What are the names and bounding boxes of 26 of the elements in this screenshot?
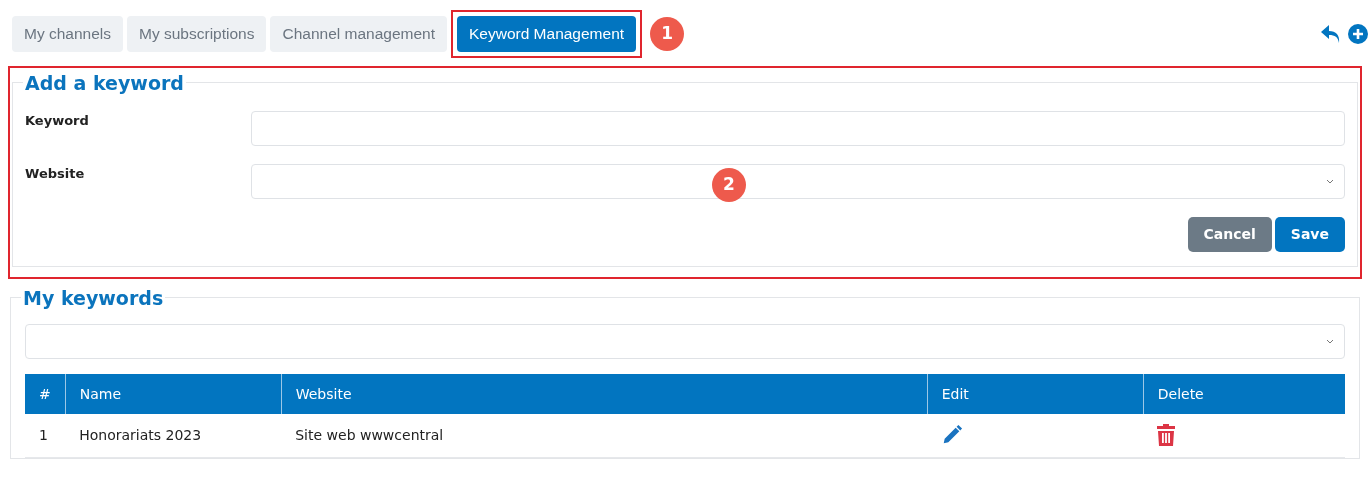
save-button[interactable]: Save — [1274, 217, 1345, 252]
table-cell: Site web wwwcentral — [281, 414, 928, 457]
table-cell: 1 — [25, 414, 66, 457]
column-header: Delete — [1143, 374, 1345, 414]
column-header: # — [25, 374, 66, 414]
input-field[interactable] — [251, 111, 1345, 146]
column-header: Website — [281, 374, 928, 414]
field-label: Website — [25, 165, 86, 183]
column-header: Name — [65, 374, 282, 414]
select-field[interactable] — [25, 324, 1345, 359]
chevron-down-icon — [1326, 338, 1334, 345]
callout-number: 1 — [650, 17, 685, 51]
column-header: Edit — [927, 374, 1144, 414]
trash-icon[interactable] — [1157, 424, 1176, 447]
cancel-button[interactable]: Cancel — [1187, 217, 1272, 252]
chevron-down-icon — [1326, 178, 1334, 185]
tab[interactable]: My subscriptions — [127, 16, 267, 52]
tab[interactable]: Channel management — [270, 16, 447, 52]
tab[interactable]: My channels — [12, 16, 123, 52]
callout-number: 2 — [712, 168, 746, 202]
table-cell: Honorariats 2023 — [65, 414, 282, 457]
select-field[interactable] — [251, 164, 1345, 199]
add-icon[interactable] — [1348, 24, 1368, 44]
field-label: Keyword — [25, 112, 90, 130]
reply-arrow-icon[interactable] — [1320, 24, 1342, 44]
tab[interactable]: Keyword Management — [457, 16, 637, 52]
